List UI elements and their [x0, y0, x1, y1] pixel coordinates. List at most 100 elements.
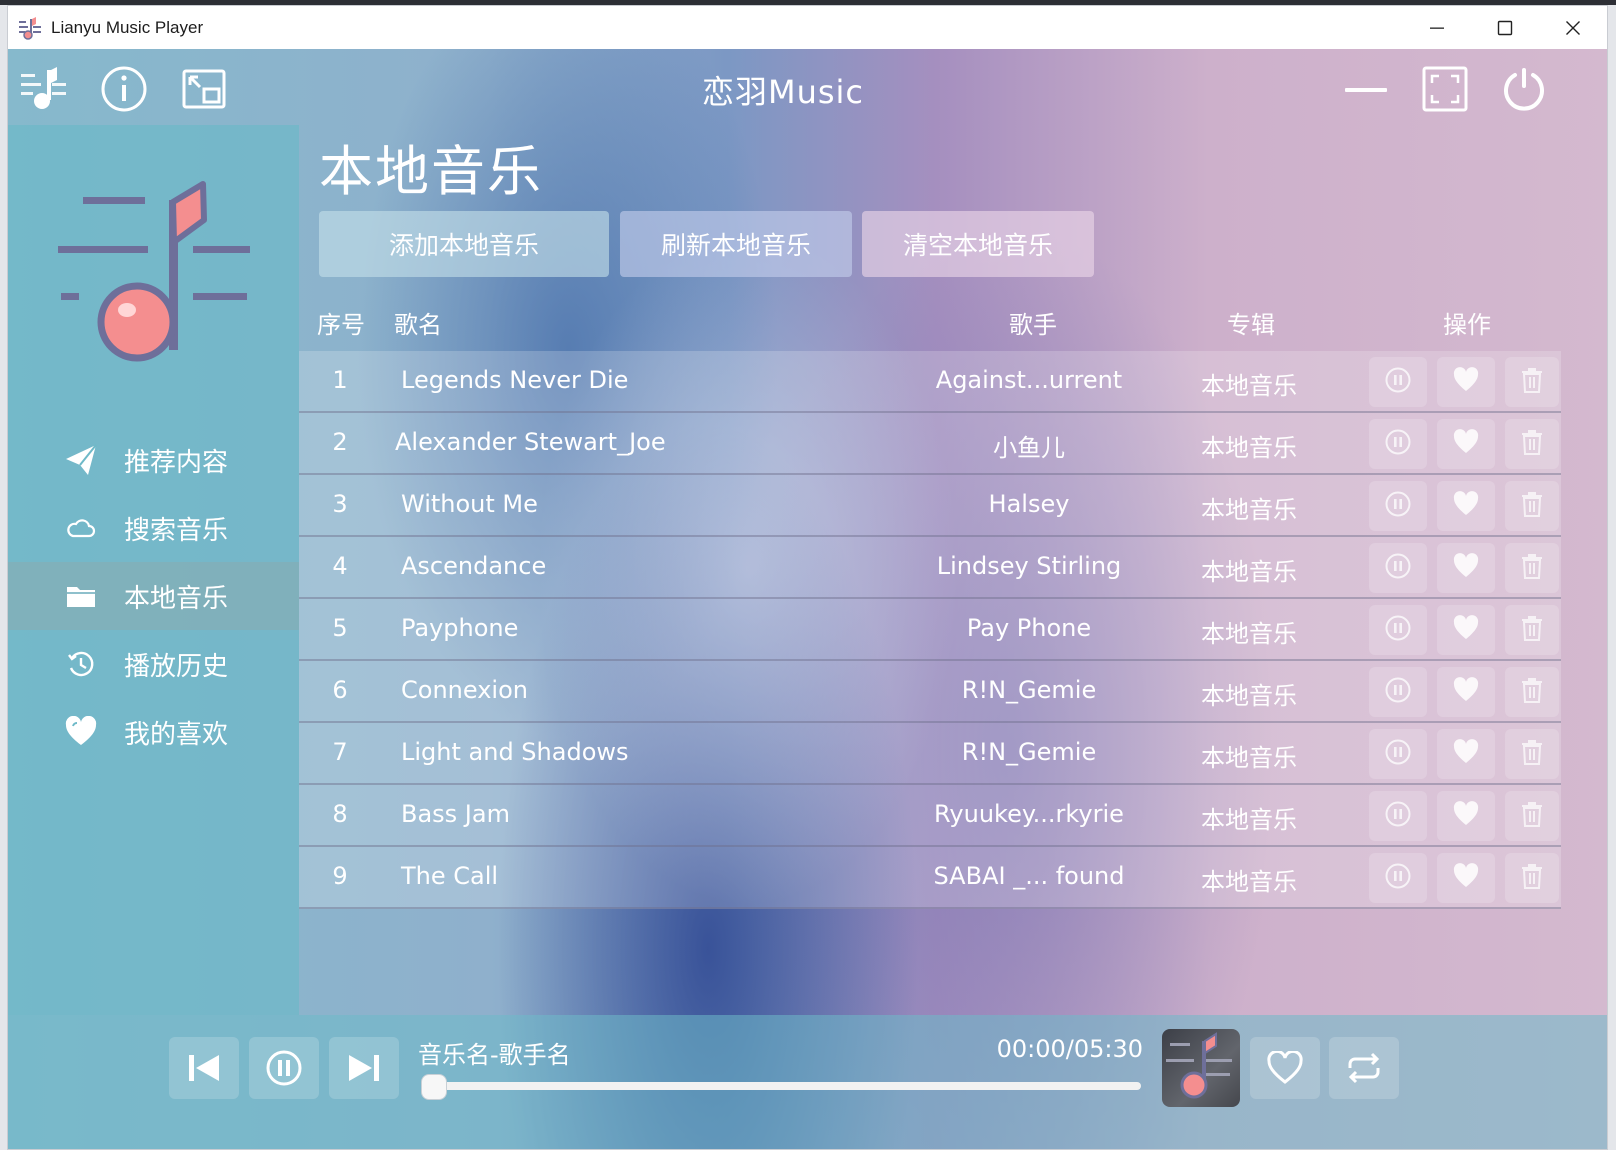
trash-icon [1520, 614, 1544, 646]
heart-icon [1452, 429, 1480, 459]
heart-icon [1452, 863, 1480, 893]
table-row[interactable]: 8 Bass Jam Ryuukey...rkyrie 本地音乐 [299, 785, 1561, 847]
song-index: 8 [332, 800, 348, 828]
minus-icon [1345, 88, 1387, 92]
sidebar-item-label: 我的喜欢 [124, 719, 229, 750]
column-header-album: 专辑 [1227, 311, 1275, 339]
heart-icon [1452, 801, 1480, 831]
sidebar-item-recommend[interactable]: 推荐内容 [8, 426, 299, 494]
row-favorite-button[interactable] [1437, 667, 1495, 717]
playback-time: 00:00/05:30 [996, 1035, 1143, 1063]
row-favorite-button[interactable] [1437, 853, 1495, 903]
row-play-button[interactable] [1369, 605, 1427, 655]
row-play-button[interactable] [1369, 543, 1427, 593]
song-album: 本地音乐 [1201, 806, 1297, 834]
row-favorite-button[interactable] [1437, 729, 1495, 779]
row-play-button[interactable] [1369, 357, 1427, 407]
heart-icon [1452, 615, 1480, 645]
row-play-button[interactable] [1369, 853, 1427, 903]
row-favorite-button[interactable] [1437, 791, 1495, 841]
trash-icon [1520, 862, 1544, 894]
pause-circle-icon [1384, 366, 1412, 398]
add-local-music-button[interactable]: 添加本地音乐 [319, 211, 609, 277]
repeat-mode-button[interactable] [1329, 1037, 1399, 1099]
sidebar-item-local-music[interactable]: 本地音乐 [8, 562, 299, 630]
row-play-button[interactable] [1369, 791, 1427, 841]
table-row[interactable]: 1 Legends Never Die Against...urrent 本地音乐 [299, 351, 1561, 413]
now-playing-label: 音乐名-歌手名 [418, 1041, 571, 1069]
table-row[interactable]: 7 Light and Shadows R!N_Gemie 本地音乐 [299, 723, 1561, 785]
minimize-icon [1430, 27, 1444, 29]
column-header-artist: 歌手 [1009, 311, 1057, 339]
trash-icon [1520, 428, 1544, 460]
window-minimize-button[interactable] [1403, 6, 1471, 49]
row-favorite-button[interactable] [1437, 357, 1495, 407]
next-button[interactable] [329, 1037, 399, 1099]
table-header: 序号 歌名 歌手 专辑 操作 [299, 289, 1607, 351]
pause-circle-icon [1384, 862, 1412, 894]
paper-plane-icon [63, 442, 99, 478]
table-row[interactable]: 5 Payphone Pay Phone 本地音乐 [299, 599, 1561, 661]
sidebar-item-favorites[interactable]: 我的喜欢 [8, 698, 299, 766]
row-favorite-button[interactable] [1437, 543, 1495, 593]
table-row[interactable]: 4 Ascendance Lindsey Stirling 本地音乐 [299, 537, 1561, 599]
heart-icon [63, 714, 99, 750]
row-favorite-button[interactable] [1437, 605, 1495, 655]
table-row[interactable]: 9 The Call SABAI _... found 本地音乐 [299, 847, 1561, 909]
row-delete-button[interactable] [1505, 667, 1559, 717]
song-index: 4 [332, 552, 348, 580]
row-play-button[interactable] [1369, 419, 1427, 469]
row-delete-button[interactable] [1505, 791, 1559, 841]
row-play-button[interactable] [1369, 667, 1427, 717]
song-title: Connexion [401, 676, 528, 704]
progress-bar[interactable] [426, 1082, 1141, 1090]
trash-icon [1520, 490, 1544, 522]
row-delete-button[interactable] [1505, 853, 1559, 903]
row-favorite-button[interactable] [1437, 419, 1495, 469]
window-maximize-button[interactable] [1471, 6, 1539, 49]
row-delete-button[interactable] [1505, 481, 1559, 531]
close-icon [1566, 20, 1580, 35]
album-cover[interactable] [1162, 1029, 1240, 1107]
folder-icon [63, 578, 99, 614]
cloud-icon [63, 510, 99, 546]
favorite-button[interactable] [1250, 1037, 1320, 1099]
heart-icon [1452, 491, 1480, 521]
fullscreen-button[interactable] [1419, 63, 1471, 115]
app-minimize-button[interactable] [1340, 63, 1392, 115]
clear-local-music-button[interactable]: 清空本地音乐 [862, 211, 1094, 277]
row-delete-button[interactable] [1505, 605, 1559, 655]
row-delete-button[interactable] [1505, 357, 1559, 407]
refresh-local-music-button[interactable]: 刷新本地音乐 [620, 211, 852, 277]
song-index: 1 [332, 366, 348, 394]
trash-icon [1520, 676, 1544, 708]
table-row[interactable]: 3 Without Me Halsey 本地音乐 [299, 475, 1561, 537]
repeat-icon [1348, 1052, 1380, 1084]
song-index: 7 [332, 738, 348, 766]
app-topbar: 恋羽Music [8, 49, 1607, 125]
row-play-button[interactable] [1369, 729, 1427, 779]
previous-button[interactable] [169, 1037, 239, 1099]
row-delete-button[interactable] [1505, 543, 1559, 593]
sidebar-item-search[interactable]: 搜索音乐 [8, 494, 299, 562]
progress-handle[interactable] [421, 1074, 447, 1100]
sidebar-item-history[interactable]: 播放历史 [8, 630, 299, 698]
sidebar-item-label: 搜索音乐 [124, 515, 229, 546]
row-play-button[interactable] [1369, 481, 1427, 531]
window-title: Lianyu Music Player [51, 17, 204, 37]
song-title: Ascendance [401, 552, 547, 580]
window-close-button[interactable] [1539, 6, 1607, 49]
table-row[interactable]: 2 Alexander Stewart_Joe 小鱼儿 本地音乐 [299, 413, 1561, 475]
song-index: 9 [332, 862, 348, 890]
song-artist: Pay Phone [966, 614, 1092, 642]
app-title: 恋羽Music [701, 73, 865, 111]
power-button[interactable] [1498, 63, 1550, 115]
row-delete-button[interactable] [1505, 729, 1559, 779]
row-delete-button[interactable] [1505, 419, 1559, 469]
row-favorite-button[interactable] [1437, 481, 1495, 531]
window-titlebar[interactable]: Lianyu Music Player [8, 6, 1607, 49]
song-album: 本地音乐 [1201, 496, 1297, 524]
song-title: Bass Jam [401, 800, 510, 828]
play-pause-button[interactable] [249, 1037, 319, 1099]
table-row[interactable]: 6 Connexion R!N_Gemie 本地音乐 [299, 661, 1561, 723]
